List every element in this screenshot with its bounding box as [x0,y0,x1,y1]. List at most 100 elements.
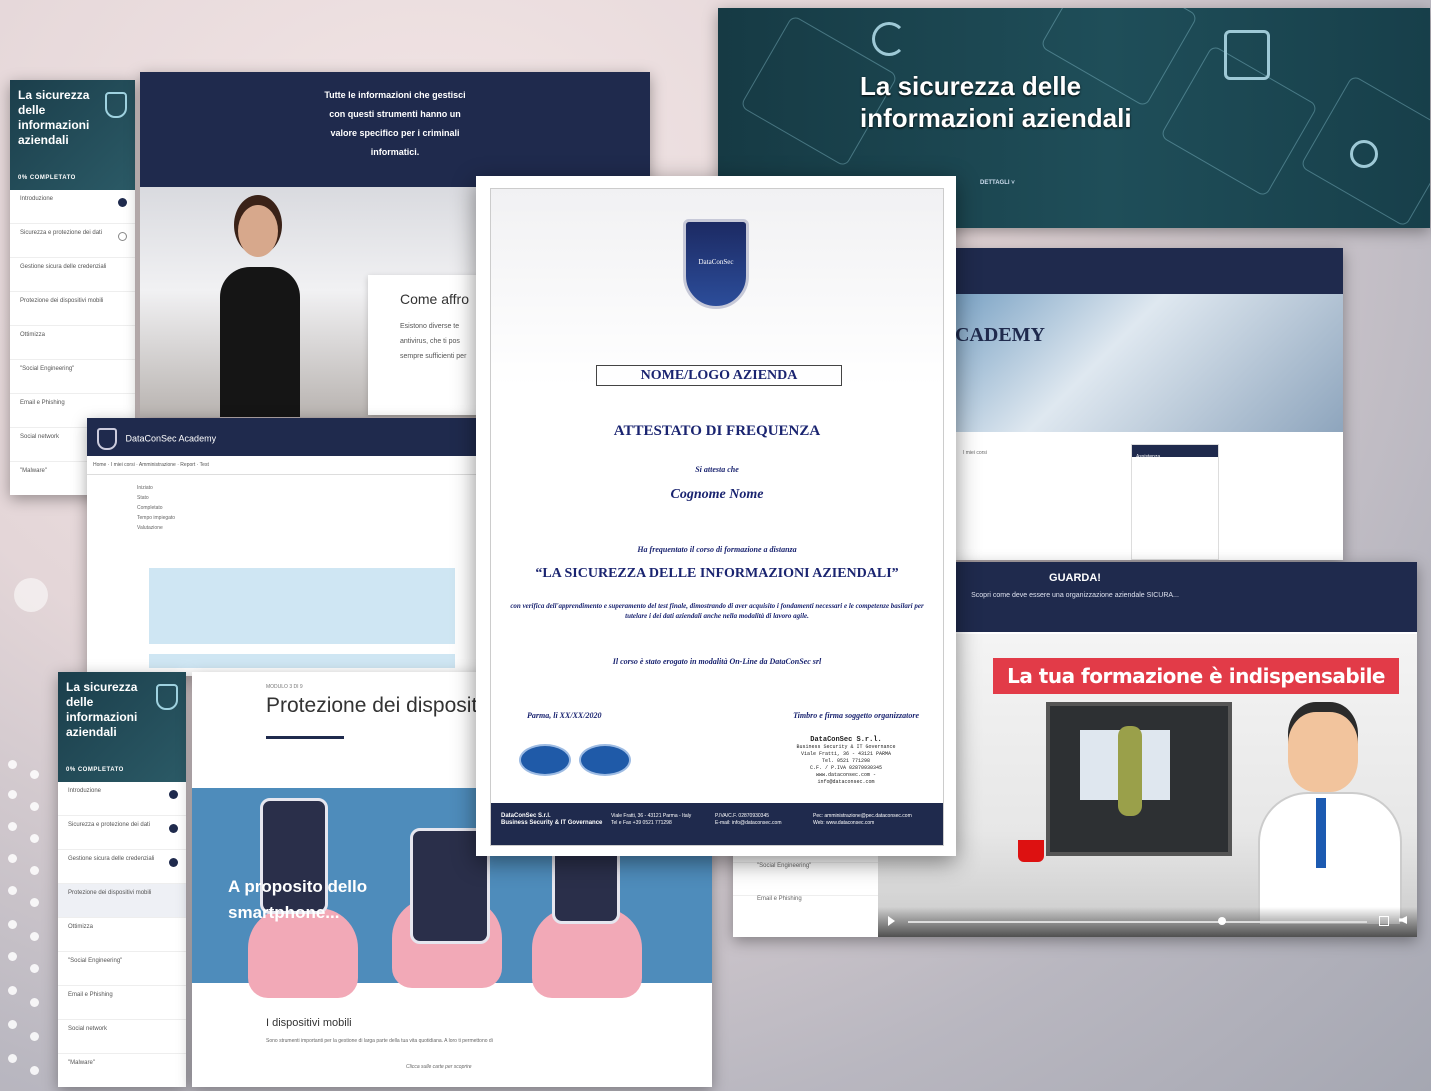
lock-icon [1224,30,1270,80]
recipient-name: Cognome Nome [670,487,764,502]
academy-logo-icon [97,428,117,450]
tab[interactable]: Report [180,462,195,468]
video-frame[interactable]: La tua formazione è indispensabile [878,634,1417,937]
admin-row: Tempo impiegato [137,515,176,521]
seek-bar[interactable] [908,921,1367,923]
decorative-dots-left [0,760,60,1090]
admin-header: DataConSec Academy [87,418,482,456]
video-title-banner: La tua formazione è indispensabile [993,658,1399,694]
title-underline [266,736,344,739]
menu-item[interactable]: Sicurezza e protezione dei dati [58,816,186,850]
certificate-title: ATTESTATO DI FREQUENZA [613,423,821,439]
tab[interactable]: Amministrazione [139,462,176,468]
video-controls [878,907,1417,937]
fullscreen-icon[interactable] [1379,916,1389,926]
frequentato-text: Ha frequentato il corso di formazione a … [637,545,797,554]
academy-header [955,248,1343,294]
footer-pec: Pec: amministrazione@pec.dataconsec.com [813,813,912,819]
man-figure [1258,712,1408,926]
progress-ring-icon [118,232,127,241]
menu-item[interactable]: "Malware" [58,1054,186,1087]
footer-company: DataConSec S.r.l. [501,813,551,819]
admin-tabs: Home · I miei corsi · Amministrazione · … [87,456,482,475]
check-icon [169,858,178,867]
admin-brand: DataConSec Academy [125,433,217,444]
company-logo-box: NOME/LOGO AZIENDA [596,365,842,386]
check-icon [169,790,178,799]
admin-rows: Iniziato Stato Completato Tempo impiegat… [87,475,482,535]
menu-item[interactable]: "Social Engineering" [733,862,878,895]
banner-title: La sicurezza delle informazioni aziendal… [860,71,1132,133]
course-title: La sicurezza delle informazioni aziendal… [18,88,90,147]
video-caption-bar: Tutte le informazioni che gestisci con q… [140,72,650,187]
menu-item[interactable]: Gestione sicura delle credenziali [10,258,135,292]
refresh-icon [872,22,906,56]
course-menu: Introduzione Sicurezza e protezione dei … [58,782,186,1087]
menu-item[interactable]: Ottimizza [10,326,135,360]
play-icon[interactable] [888,916,895,926]
decorative-circle [14,578,48,612]
course-menu-panel-bottom: La sicurezza delle informazioni aziendal… [58,672,186,1087]
certificate-page: DataConSec NOME/LOGO AZIENDA ATTESTATO D… [490,188,944,846]
lesson-menu: "Social Engineering" Email e Phishing [733,862,878,928]
certification-badge-icon [579,744,631,776]
course-header: La sicurezza delle informazioni aziendal… [10,80,135,190]
menu-item[interactable]: "Social Engineering" [58,952,186,986]
support-title: Assistenza [1132,445,1218,460]
attesta-text: Si attesta che [695,465,739,474]
certification-badge-icon [519,744,571,776]
course-name: “LA SICUREZZA DELLE INFORMAZIONI AZIENDA… [535,566,899,581]
footer-web: Web: www.dataconsec.com [813,820,875,826]
mug-illustration [1018,840,1044,862]
section-title: I dispositivi mobili [266,1017,352,1029]
menu-item[interactable]: Introduzione [10,190,135,224]
volume-icon[interactable] [1399,916,1407,924]
admin-answer-line [149,654,455,668]
menu-item[interactable]: Sicurezza e protezione dei dati [10,224,135,258]
menu-item[interactable]: Gestione sicura delle credenziali [58,850,186,884]
academy-logo-text: CADEMY [955,324,1045,346]
course-title: La sicurezza delle informazioni aziendal… [66,680,138,739]
menu-item[interactable]: Social network [58,1020,186,1054]
admin-row: Stato [137,495,149,501]
my-courses-link[interactable]: I miei corsi [963,450,987,456]
section-text: Sono strumenti importanti per la gestion… [266,1038,493,1044]
certificate-footer: DataConSec S.r.l. Business Security & IT… [491,803,943,845]
academy-panel: CADEMY I miei corsi Assistenza [955,248,1343,560]
footer-email: E-mail: info@dataconsec.com [715,820,782,826]
details-button[interactable]: DETTAGLI ˅ [980,180,1015,186]
search-icon [1350,140,1378,168]
certificate: DataConSec NOME/LOGO AZIENDA ATTESTATO D… [476,176,956,856]
teacher-figure [1118,726,1142,816]
footer-piva: P.IVA/C.F. 02870930345 [715,813,770,819]
menu-item[interactable]: "Social Engineering" [10,360,135,394]
dataconsec-logo: DataConSec [683,219,749,317]
illustration-caption: A proposito dello smartphone... [228,877,368,922]
tab[interactable]: I miei corsi [111,462,135,468]
course-header: La sicurezza delle informazioni aziendal… [58,672,186,782]
footer-company-sub: Business Security & IT Governance [501,820,603,826]
menu-item-active[interactable]: Protezione dei dispositivi mobili [58,884,186,918]
shield-icon [105,92,127,118]
seek-handle[interactable] [1218,917,1226,925]
admin-answer-box [149,568,455,644]
shield-icon: DataConSec [683,219,749,309]
academy-photo [955,294,1343,432]
company-stamp: DataConSec S.r.l. Business Security & IT… [796,736,896,786]
admin-report-panel: DataConSec Academy Home · I miei corsi ·… [87,418,482,676]
presenter-figure [210,197,310,417]
menu-item[interactable]: Introduzione [58,782,186,816]
admin-row: Valutazione [137,525,163,531]
menu-item[interactable]: Email e Phishing [733,895,878,928]
tab[interactable]: Test [200,462,209,468]
shield-icon [156,684,178,710]
tab[interactable]: Home [93,462,106,468]
menu-item[interactable]: Email e Phishing [58,986,186,1020]
support-box: Assistenza [1131,444,1219,560]
video-caption: Tutte le informazioni che gestisci con q… [324,90,466,157]
lesson-crumb: MODULO 3 DI 9 [266,684,303,690]
menu-item[interactable]: Protezione dei dispositivi mobili [10,292,135,326]
check-icon [118,198,127,207]
footer-address: Viale Fratti, 36 - 43121 Parma - Italy [611,813,692,819]
menu-item[interactable]: Ottimizza [58,918,186,952]
